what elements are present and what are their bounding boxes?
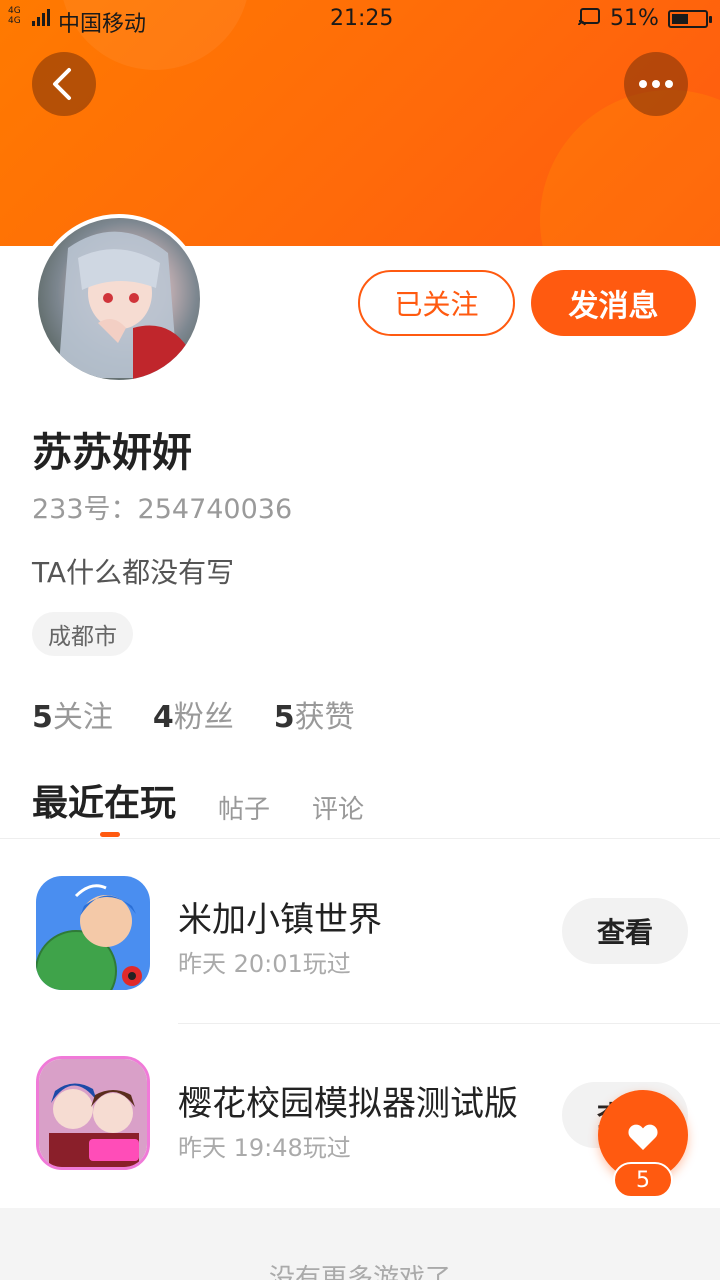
send-message-button[interactable]: 发消息 <box>531 270 696 336</box>
game-icon-miga-town <box>36 876 150 990</box>
more-button[interactable] <box>624 52 688 116</box>
user-bio: TA什么都没有写 <box>32 556 235 589</box>
game-list-item[interactable]: 米加小镇世界 昨天 20:01玩过 查看 <box>0 870 720 1010</box>
view-game-button[interactable]: 查看 <box>562 898 688 964</box>
following-button[interactable]: 已关注 <box>358 270 515 336</box>
game-title: 米加小镇世界 <box>178 900 382 940</box>
network-type: 4G 4G <box>8 6 21 26</box>
signal-icon <box>32 8 52 26</box>
stat-count: 4 <box>152 700 174 735</box>
stat-count: 5 <box>273 700 295 735</box>
user-id: 233号：254740036 <box>32 494 293 525</box>
chevron-left-icon <box>53 68 71 100</box>
back-button[interactable] <box>32 52 96 116</box>
avatar[interactable] <box>34 214 204 384</box>
stat-count: 5 <box>32 700 53 735</box>
profile-stats: 5关注 4粉丝 5获赞 <box>32 692 395 736</box>
avatar-illustration <box>58 231 188 380</box>
carrier-name: 中国移动 <box>58 12 147 37</box>
game-icon-sakura-school <box>36 1056 150 1170</box>
no-more-games-text: 没有更多游戏了 <box>268 1264 451 1280</box>
stat-likes[interactable]: 5获赞 <box>274 692 355 736</box>
tabs-divider <box>0 838 720 839</box>
cast-icon <box>578 8 600 26</box>
game-title: 樱花校园模拟器测试版 <box>178 1084 518 1124</box>
stat-label: 粉丝 <box>173 700 234 735</box>
tab-recently-played[interactable]: 最近在玩 <box>32 774 176 826</box>
profile-tabs: 最近在玩 帖子 评论 <box>32 774 406 826</box>
row-divider <box>178 1023 720 1024</box>
heart-icon <box>628 1124 658 1150</box>
game-last-played: 昨天 19:48玩过 <box>178 1134 351 1162</box>
location-tag: 成都市 <box>32 612 133 656</box>
like-count-badge: 5 <box>613 1162 673 1198</box>
more-horizontal-icon <box>639 80 673 88</box>
battery-percent: 51% <box>610 6 659 31</box>
stat-following[interactable]: 5关注 <box>32 692 113 736</box>
active-tab-indicator <box>100 832 120 837</box>
stat-label: 获赞 <box>294 700 355 735</box>
game-last-played: 昨天 20:01玩过 <box>178 950 351 978</box>
battery-icon <box>668 10 712 28</box>
clock: 21:25 <box>330 6 394 31</box>
tab-posts[interactable]: 帖子 <box>218 789 270 826</box>
stat-followers[interactable]: 4粉丝 <box>153 692 234 736</box>
username: 苏苏妍妍 <box>32 430 192 476</box>
tab-comments[interactable]: 评论 <box>312 789 364 826</box>
status-bar: 4G 4G 中国移动 21:25 51% <box>0 0 720 40</box>
stat-label: 关注 <box>52 700 113 735</box>
